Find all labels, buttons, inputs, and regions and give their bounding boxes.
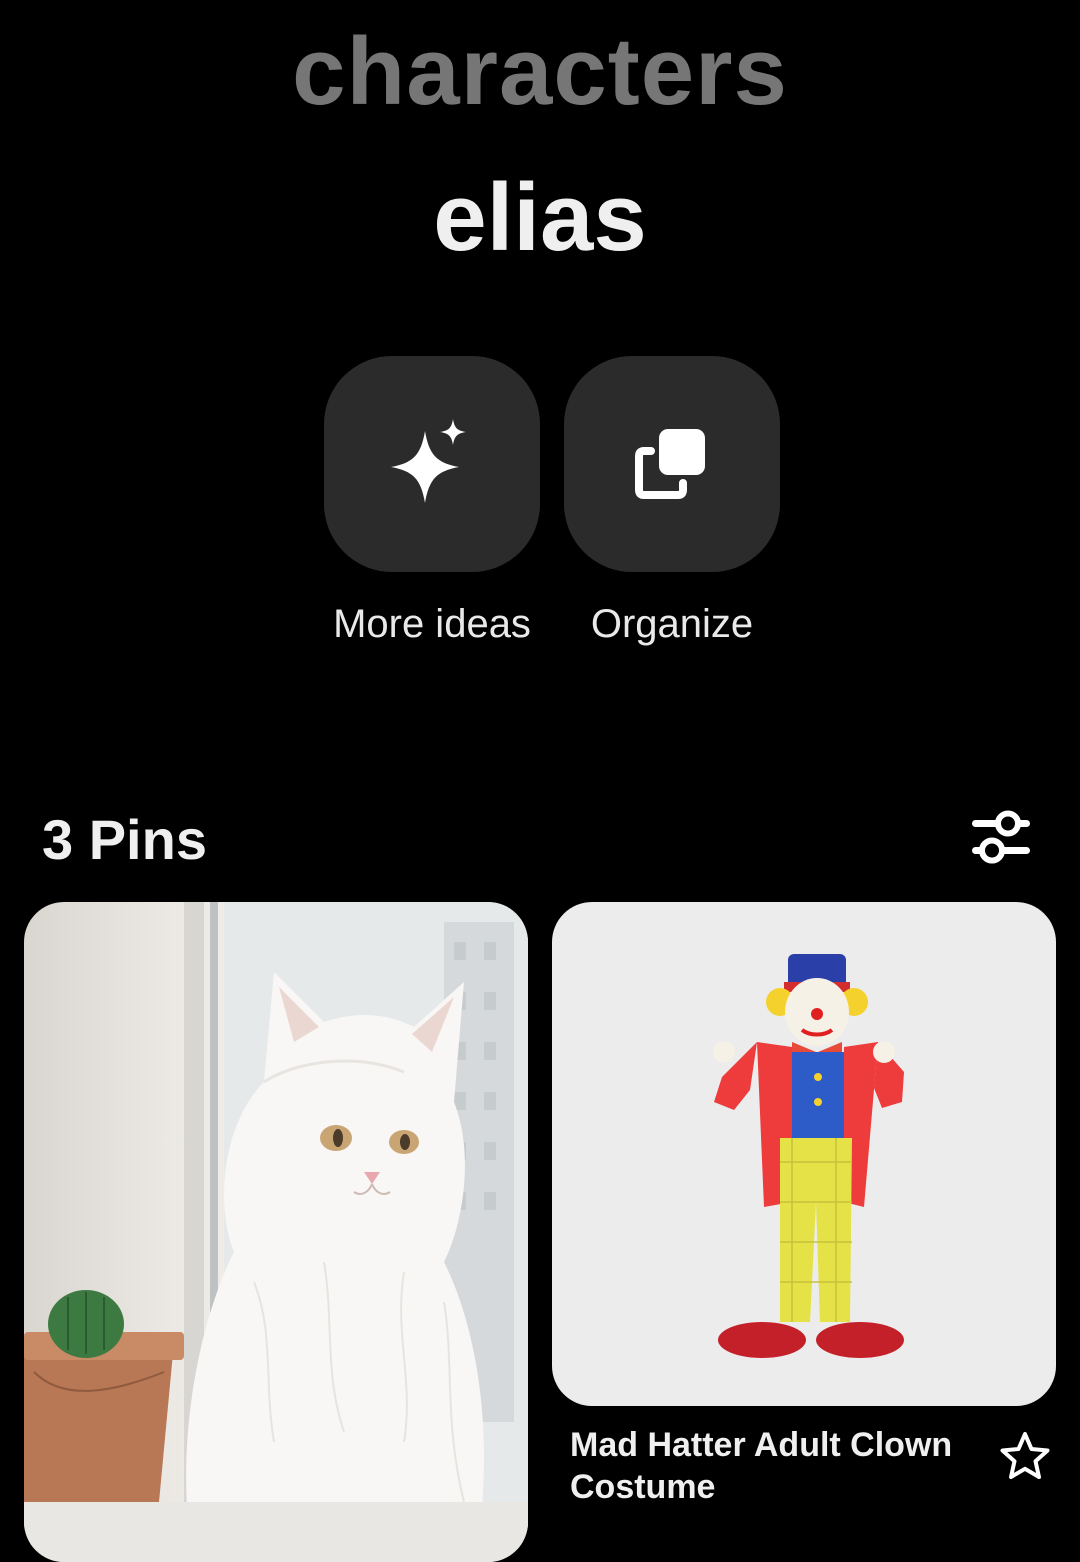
more-ideas-action[interactable]: More ideas <box>324 356 540 646</box>
clown-costume-photo <box>713 954 904 1358</box>
organize-action[interactable]: Organize <box>564 356 780 646</box>
pin-card-clown[interactable] <box>552 902 1056 1406</box>
white-cat-photo <box>24 902 528 1562</box>
organize-label: Organize <box>590 602 754 646</box>
pin-card-cat[interactable] <box>24 902 528 1562</box>
pin-title-clown[interactable]: Mad Hatter Adult Clown Costume <box>570 1424 970 1508</box>
star-icon[interactable] <box>998 1430 1052 1484</box>
filter-sliders-icon[interactable] <box>970 808 1032 870</box>
organize-button[interactable] <box>564 356 780 572</box>
board-title: elias <box>433 164 647 271</box>
more-ideas-button[interactable] <box>324 356 540 572</box>
pins-count: 3 Pins <box>42 808 207 871</box>
board-parent-title: characters <box>292 18 788 125</box>
organize-icon <box>635 429 705 499</box>
sparkle-icon <box>391 419 466 503</box>
